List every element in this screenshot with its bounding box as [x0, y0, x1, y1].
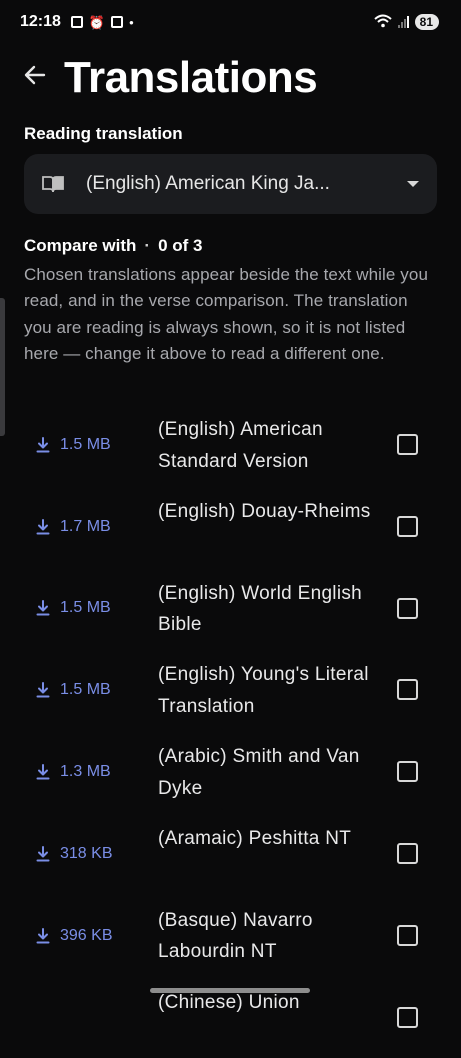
- reading-translation-label: Reading translation: [24, 124, 183, 143]
- translation-row[interactable]: 1.5 MB (English) World English Bible: [0, 568, 461, 650]
- status-right: 81: [373, 14, 439, 30]
- wifi-icon: [373, 14, 392, 30]
- signal-icon: [397, 16, 409, 28]
- translation-name: (English) Young's Literal Translation: [158, 664, 369, 717]
- translation-checkbox[interactable]: [397, 924, 418, 946]
- book-icon: [42, 175, 64, 193]
- calendar-icon: [111, 16, 124, 28]
- download-icon: [36, 682, 50, 698]
- reading-translation-select[interactable]: (English) American King Ja...: [24, 154, 437, 214]
- compare-description: Chosen translations appear beside the te…: [24, 265, 429, 364]
- chevron-down-icon: [407, 181, 419, 187]
- arrow-left-icon: [24, 65, 46, 85]
- translation-checkbox[interactable]: [397, 842, 418, 864]
- more-notifications-icon: •: [129, 14, 134, 30]
- download-icon: [36, 436, 50, 453]
- notification-icon: [70, 16, 83, 28]
- download-icon: [36, 764, 50, 780]
- download-size: 1.3 MB: [60, 763, 111, 781]
- download-icon: [36, 600, 50, 616]
- download-icon: [36, 845, 50, 862]
- download-size: 1.5 MB: [60, 599, 111, 617]
- download-button[interactable]: 1.7 MB: [36, 486, 111, 568]
- status-bar: 12:18 ⏰ • 81: [0, 0, 461, 44]
- translation-list: 1.5 MB (English) American Standard Versio…: [0, 404, 461, 1058]
- translation-name: (English) American Standard Version: [158, 419, 323, 472]
- status-time: 12:18: [20, 13, 61, 30]
- translation-checkbox[interactable]: [397, 597, 418, 619]
- translation-row[interactable]: 1.7 MB (English) Douay-Rheims: [0, 486, 461, 568]
- download-size: 1.5 MB: [60, 435, 111, 453]
- download-button[interactable]: 1.5 MB: [36, 568, 111, 650]
- compare-header: Compare with · 0 of 3: [24, 236, 202, 256]
- translation-row[interactable]: 1.5 MB (English) American Standard Versio…: [0, 404, 461, 486]
- separator-dot: ·: [144, 236, 151, 255]
- translation-row[interactable]: 318 KB (Aramaic) Peshitta NT: [0, 813, 461, 895]
- translation-checkbox[interactable]: [397, 434, 418, 455]
- status-left: 12:18 ⏰ •: [20, 13, 134, 31]
- download-button[interactable]: 1.5 MB: [36, 404, 111, 486]
- translation-row[interactable]: 396 KB (Basque) Navarro Labourdin NT: [0, 895, 461, 977]
- home-indicator[interactable]: [150, 988, 310, 993]
- download-size: 1.5 MB: [60, 681, 111, 699]
- translation-name: (English) Douay-Rheims: [158, 500, 371, 522]
- translation-name: (Aramaic) Peshitta NT: [158, 827, 352, 849]
- download-icon: [36, 927, 50, 944]
- compare-label: Compare with: [24, 236, 137, 255]
- download-size: 318 KB: [60, 844, 113, 862]
- download-button[interactable]: 1.3 MB: [36, 731, 111, 813]
- download-button[interactable]: 318 KB: [36, 813, 112, 895]
- back-button[interactable]: [22, 62, 48, 88]
- translation-name: (English) World English Bible: [158, 582, 363, 636]
- translation-row[interactable]: 1.5 MB (English) Young's Literal Translat…: [0, 649, 461, 731]
- translation-checkbox[interactable]: [397, 515, 418, 537]
- download-button[interactable]: 396 KB: [36, 895, 112, 977]
- app-header: Translations: [0, 50, 461, 106]
- translation-name: (Basque) Navarro Labourdin NT: [158, 909, 313, 963]
- edge-scroll-handle[interactable]: [0, 298, 5, 436]
- translation-checkbox[interactable]: [397, 761, 418, 783]
- translation-row[interactable]: 1.3 MB (Arabic) Smith and Van Dyke: [0, 731, 461, 813]
- translation-checkbox[interactable]: [397, 679, 418, 701]
- download-size: 396 KB: [60, 926, 113, 944]
- download-size: 1.7 MB: [60, 517, 111, 535]
- compare-count: 0 of 3: [158, 236, 203, 255]
- download-icon: [36, 518, 50, 535]
- selected-translation: (English) American King Ja...: [86, 173, 330, 194]
- page-title: Translations: [64, 53, 318, 102]
- translation-checkbox[interactable]: [397, 1006, 418, 1028]
- battery-indicator: 81: [414, 14, 439, 30]
- translation-name: (Arabic) Smith and Van Dyke: [158, 746, 360, 799]
- alarm-icon: ⏰: [88, 14, 106, 30]
- download-button[interactable]: 1.5 MB: [36, 649, 111, 731]
